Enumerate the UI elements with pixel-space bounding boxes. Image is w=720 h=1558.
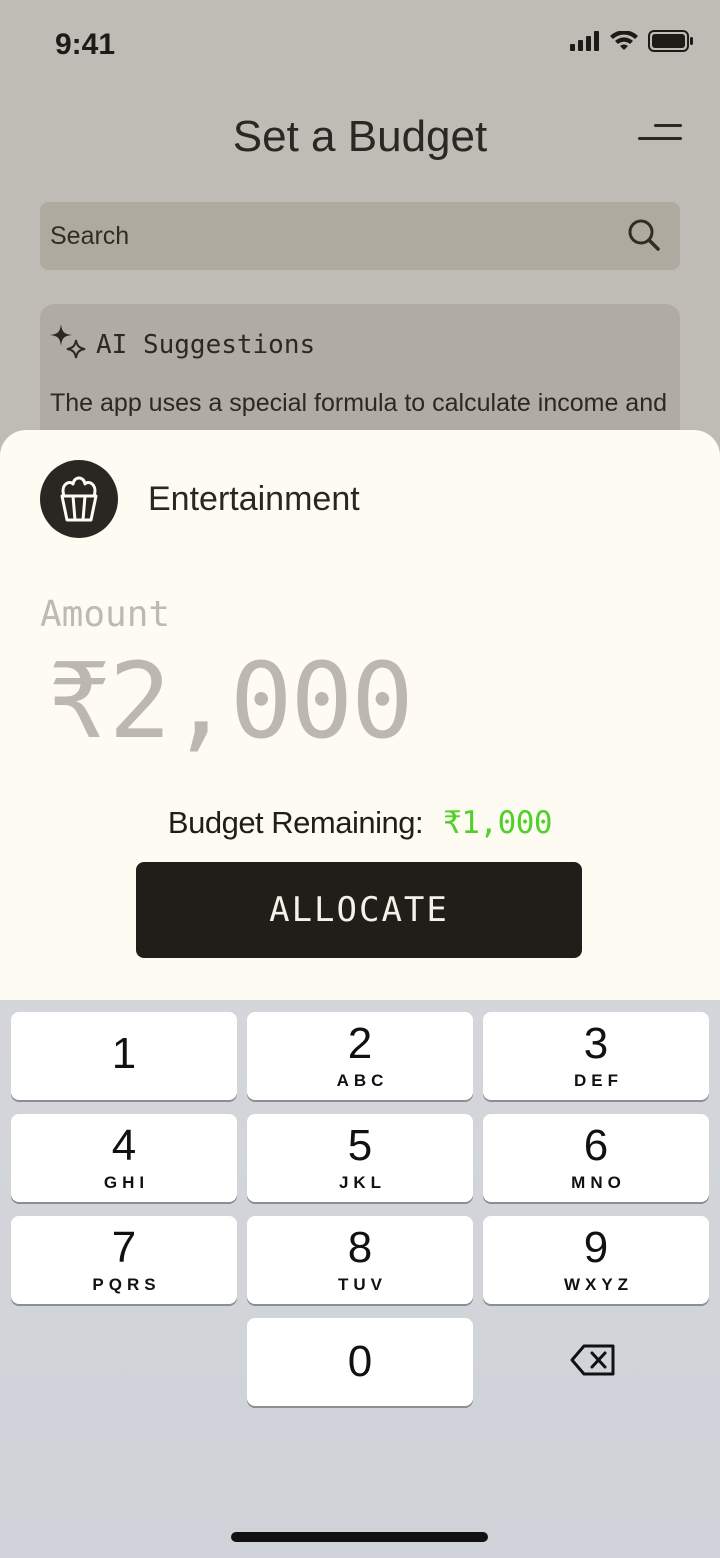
category-name: Entertainment [148,480,360,518]
sparkle-icon [50,324,86,359]
signal-icon [570,31,599,51]
menu-icon[interactable] [636,122,684,146]
key-digit: 8 [347,1223,373,1272]
amount-label: Amount [40,594,171,635]
key-digit: 9 [583,1223,609,1272]
key-letters: PQRS [92,1275,161,1294]
key-letters: GHI [103,1173,150,1192]
key-7[interactable]: 7 PQRS [11,1216,237,1304]
key-letters: DEF [574,1071,623,1090]
home-indicator [231,1532,488,1542]
numeric-keypad: 1 2 ABC 3 DEF 4 GHI 5 JKL 6 MNO 7 PQRS 8 TUV 9 W… [0,1000,720,1558]
key-digit: 7 [111,1223,137,1272]
backspace-icon[interactable] [570,1343,616,1377]
page-title: Set a Budget [232,112,488,161]
status-time: 9:41 [55,28,116,61]
key-2[interactable]: 2 ABC [247,1012,473,1100]
status-icons [570,30,694,52]
amount-input[interactable]: ₹2,000 [48,640,414,762]
key-3[interactable]: 3 DEF [483,1012,709,1100]
budget-remaining-label: Budget Remaining: [167,805,424,840]
search-bar[interactable]: Search [40,202,680,270]
key-digit: 1 [111,1029,137,1078]
budget-remaining: Budget Remaining: ₹1,000 [0,805,720,841]
key-digit: 5 [347,1121,373,1170]
key-letters: TUV [338,1275,387,1294]
key-8[interactable]: 8 TUV [247,1216,473,1304]
budget-sheet: Entertainment Amount ₹2,000 Budget Remai… [0,430,720,1000]
key-digit: 4 [111,1121,137,1170]
battery-icon [648,30,693,52]
popcorn-icon [60,476,98,522]
budget-remaining-value: ₹1,000 [443,805,553,841]
key-digit: 0 [347,1337,373,1386]
key-digit: 2 [347,1019,373,1068]
key-letters: WXYZ [563,1275,634,1294]
ai-suggestions-title: AI Suggestions [96,330,316,360]
key-5[interactable]: 5 JKL [247,1114,473,1202]
key-digit: 3 [583,1019,609,1068]
key-4[interactable]: 4 GHI [11,1114,237,1202]
key-letters: ABC [336,1071,389,1090]
allocate-button[interactable]: ALLOCATE [136,862,582,958]
category-icon [40,460,118,538]
key-letters: MNO [571,1173,626,1192]
key-digit: 6 [583,1121,609,1170]
key-1[interactable]: 1 [11,1012,237,1100]
key-9[interactable]: 9 WXYZ [483,1216,709,1304]
key-letters: JKL [338,1173,387,1192]
search-input[interactable]: Search [50,222,129,251]
wifi-icon [610,31,638,50]
key-0[interactable]: 0 [247,1318,473,1406]
search-icon[interactable] [626,217,662,253]
key-6[interactable]: 6 MNO [483,1114,709,1202]
